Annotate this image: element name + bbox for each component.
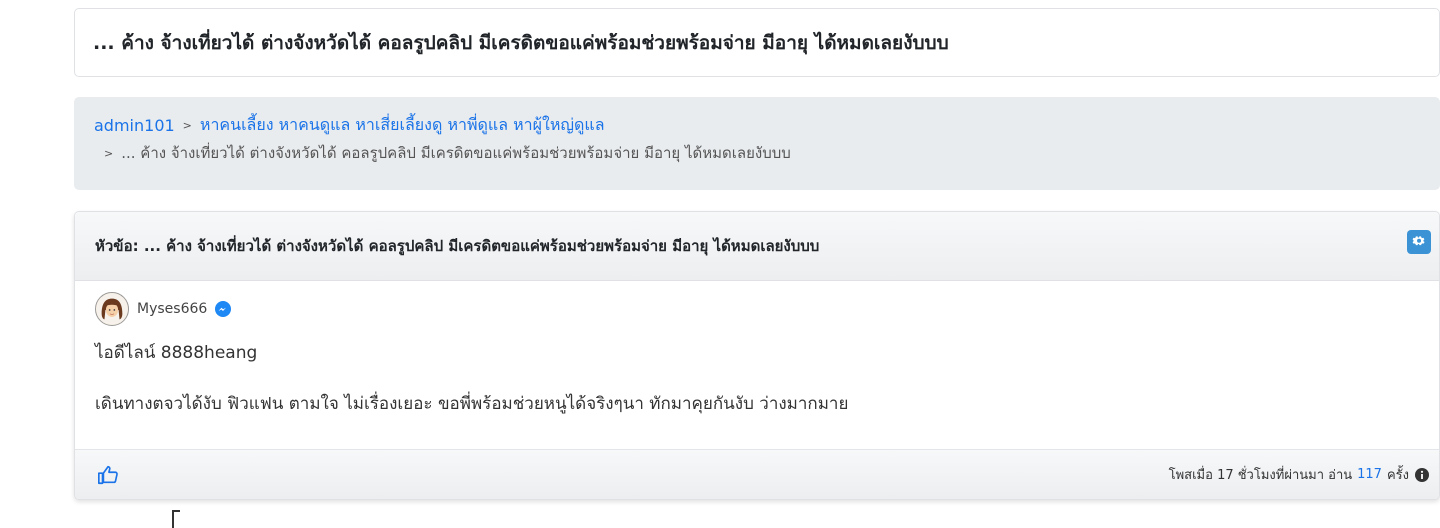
post-card: หัวข้อ: ... ค้าง จ้างเที่ยวได้ ต่างจังหว… [74, 211, 1440, 500]
line-id-text: ไอดีไลน์ 8888heang [95, 343, 258, 363]
breadcrumb-current: ... ค้าง จ้างเที่ยวได้ ต่างจังหวัดได้ คอ… [121, 144, 791, 162]
breadcrumb-category-link[interactable]: หาคนเลี้ยง หาคนดูแล หาเสี่ยเลี้ยงดู หาพี… [200, 113, 605, 138]
topic-title: ... ค้าง จ้างเที่ยวได้ ต่างจังหวัดได้ คอ… [93, 31, 949, 54]
breadcrumb-user-link[interactable]: admin101 [94, 116, 175, 135]
info-icon[interactable] [1415, 467, 1429, 482]
author-name[interactable]: Myses666 [137, 301, 207, 317]
post-header-topic: ... ค้าง จ้างเที่ยวได้ ต่างจังหวัดได้ คอ… [143, 237, 820, 255]
post-meta: โพสเมื่อ 17 ชั่วโมงที่ผ่านมา อ่าน 117 คร… [1169, 464, 1429, 485]
gear-icon [1412, 236, 1425, 246]
partial-glyph [172, 510, 180, 528]
post-header-label: หัวข้อ: [95, 237, 139, 255]
avatar-image [96, 293, 128, 325]
post-header-title: หัวข้อ: ... ค้าง จ้างเที่ยวได้ ต่างจังหว… [95, 234, 819, 258]
breadcrumb: admin101 > หาคนเลี้ยง หาคนดูแล หาเสี่ยเล… [74, 97, 1440, 190]
post-footer: โพสเมื่อ 17 ชั่วโมงที่ผ่านมา อ่าน 117 คร… [75, 449, 1439, 499]
topic-title-card: ... ค้าง จ้างเที่ยวได้ ต่างจังหวัดได้ คอ… [74, 8, 1440, 77]
settings-button[interactable] [1407, 230, 1431, 254]
like-icon[interactable] [97, 464, 119, 486]
read-count: 117 [1357, 467, 1382, 482]
post-body: Myses666 ไอดีไลน์ 8888heang เดินทางตจวได… [75, 281, 1439, 449]
posted-time-text: โพสเมื่อ 17 ชั่วโมงที่ผ่านมา อ่าน [1168, 468, 1353, 483]
messenger-icon[interactable] [215, 301, 232, 317]
breadcrumb-separator: > [182, 118, 192, 132]
read-suffix: ครั้ง [1386, 468, 1409, 483]
post-body-text: เดินทางตจวได้งับ ฟิวแฟน ตามใจ ไม่เรื่องเ… [95, 394, 849, 414]
breadcrumb-separator: > [104, 146, 114, 160]
avatar[interactable] [95, 292, 129, 326]
post-header: หัวข้อ: ... ค้าง จ้างเที่ยวได้ ต่างจังหว… [75, 212, 1439, 281]
author-row: Myses666 [95, 291, 1419, 327]
